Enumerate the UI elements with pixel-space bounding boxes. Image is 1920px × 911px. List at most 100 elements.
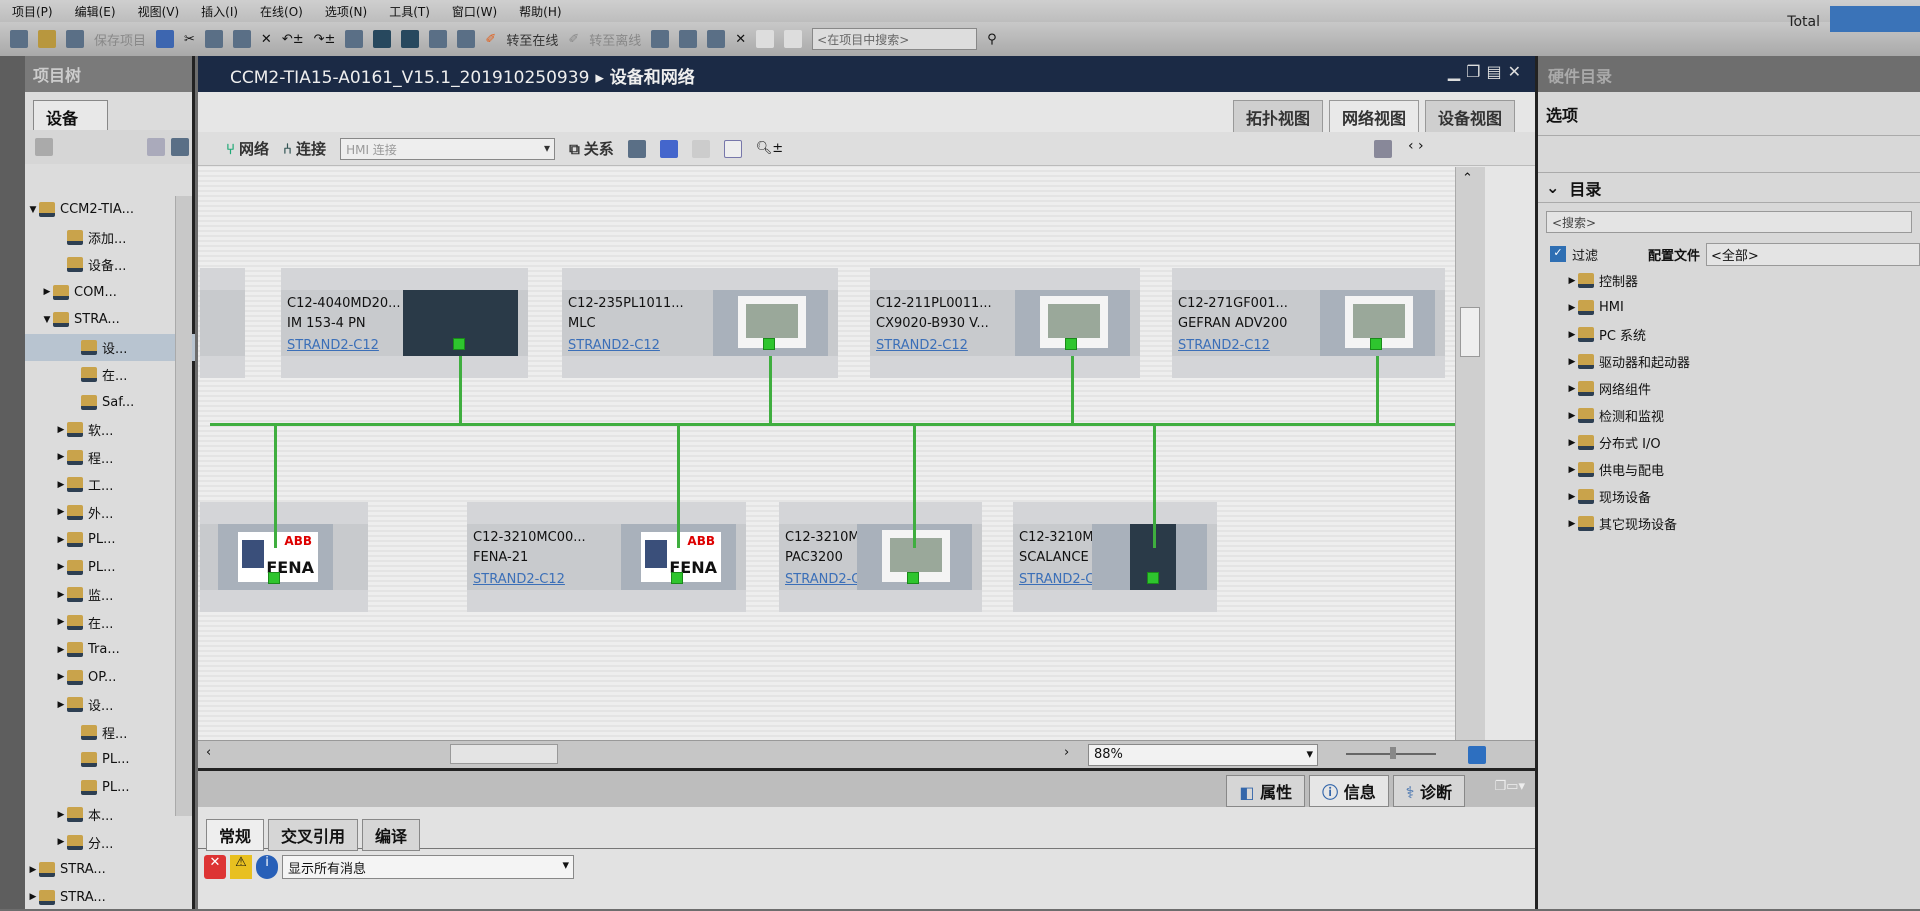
catalog-section[interactable]: ⌄目录	[1538, 173, 1920, 203]
catalog-item[interactable]: ▶HMI	[1538, 294, 1920, 321]
tree-item[interactable]: PL...	[25, 774, 195, 802]
tree-item[interactable]: ▼CCM2-TIA...	[25, 196, 195, 224]
tree-item[interactable]: ▶Tra...	[25, 636, 195, 664]
profinet-line[interactable]	[274, 426, 277, 548]
ac-drive-icon[interactable]	[1320, 290, 1435, 356]
device-name[interactable]: C12-211PL0011...	[876, 296, 992, 311]
device-network-link[interactable]: STRAND2-C12	[473, 572, 565, 587]
catalog-item[interactable]: ▶驱动器和起动器	[1538, 348, 1920, 375]
tree-item[interactable]: 在...	[25, 361, 195, 389]
collapsed-arrow-icon[interactable]: ▶	[55, 535, 67, 545]
warning-filter-icon[interactable]: ⚠	[230, 855, 252, 879]
collapsed-arrow-icon[interactable]: ▶	[55, 507, 67, 517]
tree-item[interactable]: ▶监...	[25, 581, 195, 609]
tree-item[interactable]: ▶PL...	[25, 526, 195, 554]
tree-item[interactable]: ▶本...	[25, 801, 195, 829]
network-canvas[interactable]: C12-4040MD20... IM 153-4 PN STRAND2-C12C…	[198, 167, 1455, 740]
menu-edit[interactable]: 编辑(E)	[75, 3, 116, 20]
menu-window[interactable]: 窗口(W)	[452, 3, 497, 20]
collapsed-arrow-icon[interactable]: ▶	[41, 287, 53, 297]
tree-item[interactable]: ▶外...	[25, 499, 195, 527]
device-network-link[interactable]: STRAND2-C12	[568, 338, 660, 353]
go-online-icon[interactable]: ✐	[485, 32, 496, 47]
open-project-icon[interactable]	[38, 30, 56, 48]
left-collapsed-strip[interactable]	[0, 56, 25, 909]
catalog-item[interactable]: ▶分布式 I/O	[1538, 429, 1920, 456]
catalog-item[interactable]: ▶PC 系统	[1538, 321, 1920, 348]
menu-online[interactable]: 在线(O)	[260, 3, 303, 20]
et200s-icon[interactable]	[403, 290, 518, 356]
split-vertical-icon[interactable]	[784, 30, 802, 48]
save-project-button[interactable]: 保存项目	[94, 30, 146, 49]
tree-item[interactable]: ▶程...	[25, 444, 195, 472]
copy-icon[interactable]	[205, 30, 223, 48]
menu-tools[interactable]: 工具(T)	[389, 3, 430, 20]
save-icon[interactable]	[66, 30, 84, 48]
tree-item[interactable]: ▶PL...	[25, 554, 195, 582]
collapsed-arrow-icon[interactable]: ▶	[55, 810, 67, 820]
scroll-tabs-icon[interactable]: ‹ ›	[1408, 138, 1424, 154]
tree-item[interactable]: 设备...	[25, 251, 195, 279]
tree-item[interactable]: PL...	[25, 746, 195, 774]
accessible-devices-icon[interactable]	[651, 30, 669, 48]
profinet-line[interactable]	[1376, 356, 1379, 423]
device-box[interactable]: C12-4040MD20... IM 153-4 PN STRAND2-C12	[281, 268, 528, 378]
device-box[interactable]: ABBFENA	[200, 502, 368, 612]
expanded-arrow-icon[interactable]: ▼	[27, 205, 39, 215]
profinet-line[interactable]	[210, 423, 1455, 426]
collapsed-arrow-icon[interactable]: ▶	[55, 480, 67, 490]
relations-button[interactable]: ⧉关系	[569, 138, 614, 159]
undo-icon[interactable]: ↶±	[282, 32, 304, 47]
tree-item[interactable]: ▶设...	[25, 691, 195, 719]
profinet-line[interactable]	[769, 356, 772, 423]
device-box[interactable]: C12-3210MC00... FENA-21 STRAND2-C12ABBFE…	[467, 502, 746, 612]
catalog-item[interactable]: ▶其它现场设备	[1538, 510, 1920, 537]
compile-icon[interactable]	[345, 30, 363, 48]
tree-item[interactable]: Saf...	[25, 389, 195, 417]
simulation-icon[interactable]	[429, 30, 447, 48]
menu-project[interactable]: 项目(P)	[12, 3, 53, 20]
menu-help[interactable]: 帮助(H)	[519, 3, 561, 20]
port-icon[interactable]	[1370, 338, 1382, 350]
zoom-select[interactable]: 88%▾	[1088, 744, 1318, 766]
zoom-slider[interactable]	[1346, 753, 1436, 755]
tree-item[interactable]: ▶STRA...	[25, 884, 195, 911]
new-project-icon[interactable]	[10, 30, 28, 48]
port-icon[interactable]	[268, 572, 280, 584]
expanded-arrow-icon[interactable]: ▼	[41, 315, 53, 325]
profinet-line[interactable]	[677, 426, 680, 548]
catalog-item[interactable]: ▶检测和监视	[1538, 402, 1920, 429]
go-offline-icon[interactable]: ✐	[568, 32, 579, 47]
options-section[interactable]: 选项	[1538, 92, 1920, 136]
tab-info[interactable]: ⓘ 信息	[1309, 775, 1389, 807]
project-tree-scrollbar[interactable]	[175, 196, 192, 816]
tree-item[interactable]: ▼STRA...	[25, 306, 195, 334]
tab-general[interactable]: 常规	[206, 819, 264, 851]
network-button[interactable]: ⑂网络	[226, 138, 269, 159]
device-name[interactable]: C12-4040MD20...	[287, 296, 401, 311]
device-box[interactable]: C12-235PL1011... MLC STRAND2-C12	[562, 268, 838, 378]
catalog-item[interactable]: ▶网络组件	[1538, 375, 1920, 402]
menu-options[interactable]: 选项(N)	[325, 3, 367, 20]
menu-view[interactable]: 视图(V)	[138, 3, 180, 20]
tree-item[interactable]: ▶STRA...	[25, 856, 195, 884]
collapsed-arrow-icon[interactable]: ▶	[27, 892, 39, 902]
cloud-icon[interactable]	[1830, 6, 1920, 32]
connection-type-select[interactable]: HMI 连接▾	[340, 138, 555, 160]
catalog-item[interactable]: ▶现场设备	[1538, 483, 1920, 510]
port-icon[interactable]	[453, 338, 465, 350]
collapsed-arrow-icon[interactable]: ▶	[55, 562, 67, 572]
tree-item[interactable]: ▶工...	[25, 471, 195, 499]
panel-icon[interactable]	[724, 140, 742, 158]
collapsed-arrow-icon[interactable]: ▶	[55, 452, 67, 462]
device-network-link[interactable]: STRAND2-C12	[287, 338, 379, 353]
go-offline-button[interactable]: 转至离线	[589, 30, 641, 49]
beckhoff-plc-icon[interactable]	[1015, 290, 1130, 356]
switch-icon[interactable]	[1092, 524, 1207, 590]
profinet-line[interactable]	[1153, 426, 1156, 548]
cut-icon[interactable]: ✂	[184, 32, 195, 47]
port-icon[interactable]	[907, 572, 919, 584]
paste-icon[interactable]	[233, 30, 251, 48]
tree-item[interactable]: ▶软...	[25, 416, 195, 444]
profile-select[interactable]: <全部>	[1706, 243, 1920, 266]
